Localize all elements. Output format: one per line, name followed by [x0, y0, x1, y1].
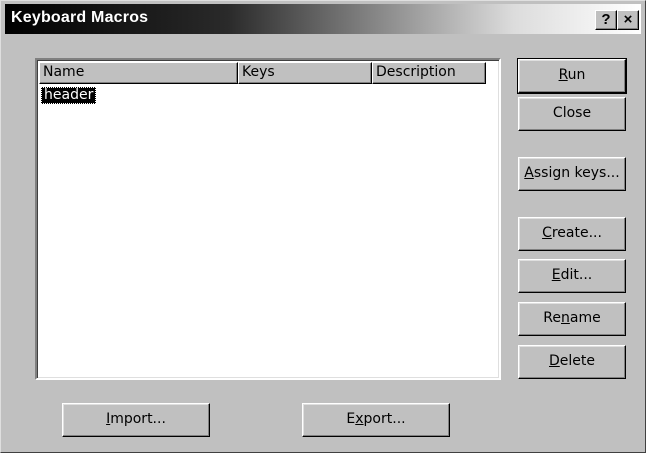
import-label-post: mport...	[110, 411, 166, 427]
edit-button[interactable]: Edit...	[518, 259, 626, 293]
rename-label-pre: Re	[543, 310, 561, 326]
help-button[interactable]: ?	[595, 10, 617, 30]
create-button[interactable]: Create...	[518, 217, 626, 251]
window-title: Keyboard Macros	[11, 9, 149, 26]
run-label-post: un	[567, 67, 586, 83]
title-bar[interactable]: Keyboard Macros ? ×	[5, 4, 641, 34]
assign-keys-button[interactable]: Assign keys...	[518, 157, 626, 191]
import-button[interactable]: Import...	[62, 403, 210, 437]
column-header-description[interactable]: Description	[372, 62, 486, 84]
create-label-key: C	[542, 225, 552, 241]
list-body: header	[39, 84, 497, 378]
export-label-pre: E	[346, 411, 356, 427]
export-label-key: x	[355, 411, 364, 427]
rename-label-post: ame	[569, 310, 601, 326]
column-header-keys[interactable]: Keys	[238, 62, 372, 84]
run-button[interactable]: Run	[517, 58, 627, 94]
close-icon: ×	[623, 11, 633, 28]
assign-label-post: ssign keys...	[533, 165, 620, 181]
macro-list[interactable]: Name Keys Description header	[35, 58, 501, 380]
column-header-name[interactable]: Name	[39, 62, 238, 84]
close-button[interactable]: Close	[518, 97, 626, 131]
create-label-post: reate...	[551, 225, 602, 241]
edit-label-post: dit...	[560, 267, 593, 283]
delete-label-key: D	[549, 353, 560, 369]
close-label: Close	[552, 105, 592, 121]
edit-label-key: E	[551, 267, 561, 283]
assign-label-key: A	[524, 165, 534, 181]
delete-button[interactable]: Delete	[518, 345, 626, 379]
rename-button[interactable]: Rename	[518, 302, 626, 336]
export-label-post: port...	[363, 411, 406, 427]
run-label-key: R	[558, 67, 568, 83]
list-header: Name Keys Description	[39, 62, 499, 84]
export-button[interactable]: Export...	[302, 403, 450, 437]
delete-label-post: elete	[559, 353, 595, 369]
list-item[interactable]: header	[41, 87, 97, 105]
close-window-button[interactable]: ×	[617, 10, 639, 30]
keyboard-macros-dialog: Keyboard Macros ? × Name Keys Descriptio…	[0, 0, 646, 453]
help-icon: ?	[601, 11, 611, 28]
rename-label-key: n	[561, 310, 570, 326]
macro-name: header	[41, 87, 97, 104]
